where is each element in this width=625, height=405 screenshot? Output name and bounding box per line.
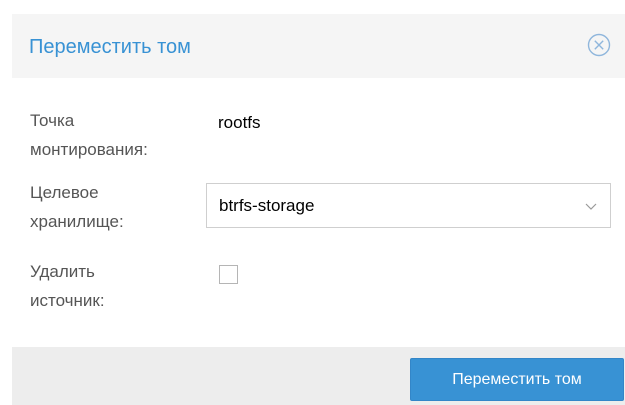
delete-source-label-line2: источник: bbox=[30, 291, 105, 310]
mount-point-label-line2: монтирования: bbox=[30, 140, 148, 159]
target-storage-label-line2: хранилище: bbox=[30, 212, 124, 231]
dialog-title: Переместить том bbox=[29, 36, 191, 58]
target-storage-selected: btrfs-storage bbox=[219, 196, 315, 215]
delete-source-label-line1: Удалить bbox=[30, 262, 95, 281]
chevron-down-icon bbox=[585, 203, 597, 210]
move-volume-dialog: Переместить том Точка монтирования: root… bbox=[0, 0, 625, 405]
mount-point-label-line1: Точка bbox=[30, 111, 75, 130]
delete-source-checkbox[interactable] bbox=[219, 265, 238, 284]
target-storage-select[interactable]: btrfs-storage bbox=[206, 183, 611, 228]
target-storage-label-line1: Целевое bbox=[30, 183, 99, 202]
circle-x-icon bbox=[587, 33, 611, 57]
move-volume-button[interactable]: Переместить том bbox=[410, 358, 624, 401]
mount-point-value: rootfs bbox=[218, 113, 261, 132]
close-button[interactable] bbox=[586, 32, 612, 58]
dialog-header: Переместить том bbox=[12, 14, 625, 78]
